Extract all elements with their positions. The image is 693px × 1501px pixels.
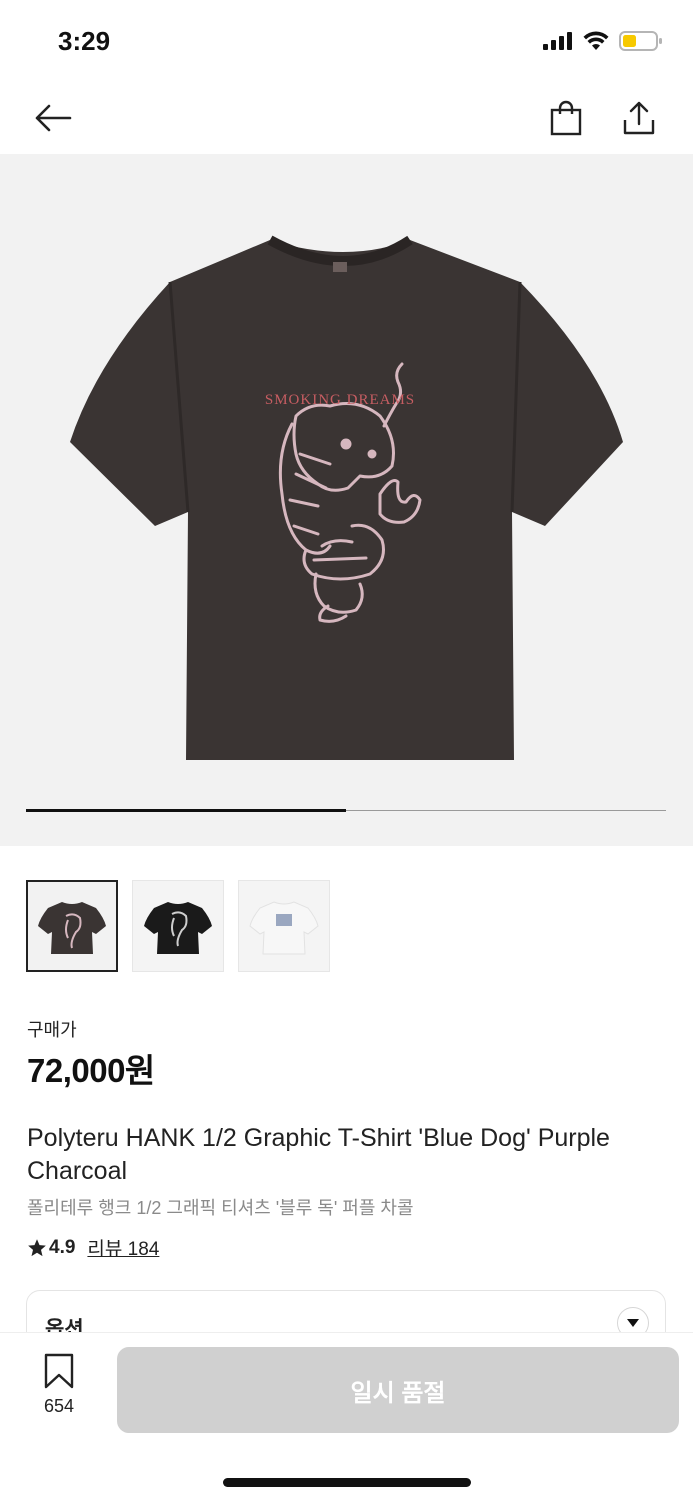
rating-row: 4.9 리뷰 184	[27, 1234, 159, 1261]
bookmark-button[interactable]: 654	[30, 1353, 88, 1423]
thumbnail-strip	[26, 880, 330, 972]
bookmark-icon	[44, 1353, 74, 1389]
share-button[interactable]	[617, 96, 661, 140]
bookmark-count: 654	[43, 1396, 75, 1416]
product-price: 72,000원	[27, 1052, 155, 1089]
back-button[interactable]	[31, 96, 75, 140]
product-image: SMOKING DREAMS	[70, 235, 623, 760]
rating-score: 4.9	[49, 1236, 76, 1258]
battery-icon	[619, 31, 662, 51]
status-bar: 3:29	[0, 0, 693, 80]
wifi-icon	[583, 31, 609, 50]
gallery-progress-fill	[26, 809, 346, 812]
reviews-link[interactable]: 리뷰 184	[87, 1234, 159, 1261]
product-title: Polyteru HANK 1/2 Graphic T-Shirt 'Blue …	[27, 1124, 610, 1185]
navigation-bar	[0, 80, 693, 154]
back-arrow-icon	[35, 104, 72, 132]
cart-button[interactable]	[544, 96, 588, 140]
product-subtitle: 폴리테루 행크 1/2 그래픽 티셔츠 '블루 독' 퍼플 차콜	[27, 1198, 414, 1218]
status-time: 3:29	[58, 26, 111, 56]
thumbnail-charcoal-tee-image	[38, 902, 106, 954]
thumbnail-2[interactable]	[132, 880, 224, 972]
shopping-bag-icon	[550, 100, 582, 136]
share-icon	[623, 101, 655, 135]
star-icon	[28, 1238, 46, 1256]
thumbnail-black-tee-image	[144, 902, 212, 954]
price-label: 구매가	[27, 1020, 77, 1040]
thumbnail-white-tee-image	[249, 901, 319, 955]
product-image-gallery[interactable]: SMOKING DREAMS	[0, 154, 693, 846]
thumbnail-3[interactable]	[238, 880, 330, 972]
tshirt-illustration	[70, 235, 623, 760]
sold-out-button[interactable]: 일시 품절	[117, 1347, 679, 1433]
graphic-text: SMOKING DREAMS	[265, 392, 415, 408]
gallery-progress-bar	[26, 809, 666, 812]
thumbnail-1[interactable]	[26, 880, 118, 972]
status-icons	[543, 30, 663, 52]
bottom-action-bar: 654 일시 품절	[0, 1332, 693, 1501]
home-indicator[interactable]	[223, 1478, 471, 1487]
cellular-signal-icon	[543, 32, 572, 50]
